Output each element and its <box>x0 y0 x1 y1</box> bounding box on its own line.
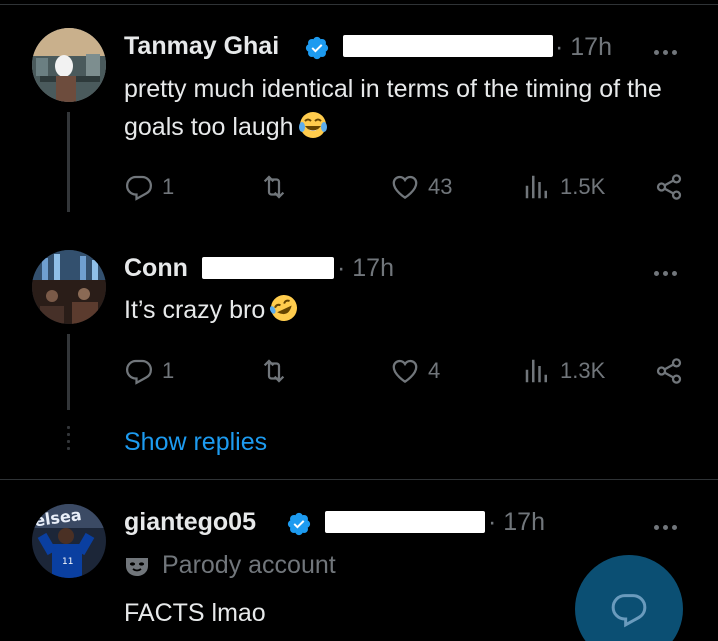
thread-line <box>67 334 70 410</box>
share-button[interactable] <box>654 356 684 386</box>
reply-icon <box>125 175 153 201</box>
conversation-thread: Tanmay Ghai · 17h pretty much identical … <box>0 0 718 641</box>
reply-button[interactable]: 1 <box>124 356 174 386</box>
views-button[interactable]: 1.5K <box>522 172 605 202</box>
author-name[interactable]: giantego05 <box>124 508 256 537</box>
tweet-text: FACTS lmao <box>124 599 266 627</box>
rofl-emoji-icon <box>270 295 298 321</box>
timestamp[interactable]: · 17h <box>555 33 612 62</box>
section-divider <box>0 479 718 480</box>
more-icon[interactable] <box>654 517 684 531</box>
avatar-giantego[interactable]: elsea 11 <box>32 504 106 578</box>
compose-reply-icon <box>611 594 647 628</box>
like-count: 4 <box>428 358 441 383</box>
avatar-tanmay[interactable] <box>32 28 106 102</box>
reply-count: 1 <box>162 358 175 383</box>
reply-button[interactable]: 1 <box>124 172 174 202</box>
like-button[interactable]: 43 <box>390 172 452 202</box>
view-count: 1.5K <box>560 174 606 199</box>
share-button[interactable] <box>654 172 684 202</box>
timestamp[interactable]: · 17h <box>488 508 545 537</box>
views-icon <box>525 359 547 383</box>
view-count: 1.3K <box>560 358 606 383</box>
timestamp[interactable]: · 17h <box>337 254 394 283</box>
handle-redacted <box>202 257 334 279</box>
more-icon[interactable] <box>654 42 684 56</box>
thread-line <box>67 112 70 212</box>
show-replies-link[interactable]: Show replies <box>124 428 267 457</box>
verified-badge-icon[interactable] <box>304 35 330 61</box>
like-button[interactable]: 4 <box>390 356 440 386</box>
repost-button[interactable] <box>258 172 290 202</box>
like-count: 43 <box>428 174 453 199</box>
repost-icon <box>263 175 285 199</box>
repost-button[interactable] <box>258 356 290 386</box>
compose-reply-button[interactable] <box>575 555 683 641</box>
tweet-text: It’s crazy bro <box>124 291 694 329</box>
reply-icon <box>125 359 153 385</box>
thread-dots <box>67 426 70 454</box>
reply-count: 1 <box>162 174 175 199</box>
tweet-text-content: It’s crazy bro <box>124 296 266 324</box>
tweet-text: pretty much identical in terms of the ti… <box>124 70 694 146</box>
author-name[interactable]: Tanmay Ghai <box>124 32 279 61</box>
parody-account-label: Parody account <box>124 551 336 580</box>
svg-text:11: 11 <box>62 557 73 567</box>
views-icon <box>525 175 547 199</box>
author-name[interactable]: Conn <box>124 254 188 283</box>
mask-icon <box>126 557 148 576</box>
handle-redacted <box>325 511 485 533</box>
handle-redacted <box>343 35 553 57</box>
share-icon <box>656 358 682 384</box>
parody-label-text: Parody account <box>162 551 336 579</box>
avatar-conn[interactable] <box>32 250 106 324</box>
repost-icon <box>263 359 285 383</box>
heart-icon <box>392 175 418 199</box>
top-divider <box>0 4 718 5</box>
verified-badge-icon[interactable] <box>286 511 312 537</box>
more-icon[interactable] <box>654 263 684 277</box>
heart-icon <box>392 359 418 383</box>
laughing-tears-emoji-icon <box>298 112 327 138</box>
share-icon <box>656 174 682 200</box>
views-button[interactable]: 1.3K <box>522 356 605 386</box>
tweet-text-content: pretty much identical in terms of the ti… <box>124 75 662 141</box>
